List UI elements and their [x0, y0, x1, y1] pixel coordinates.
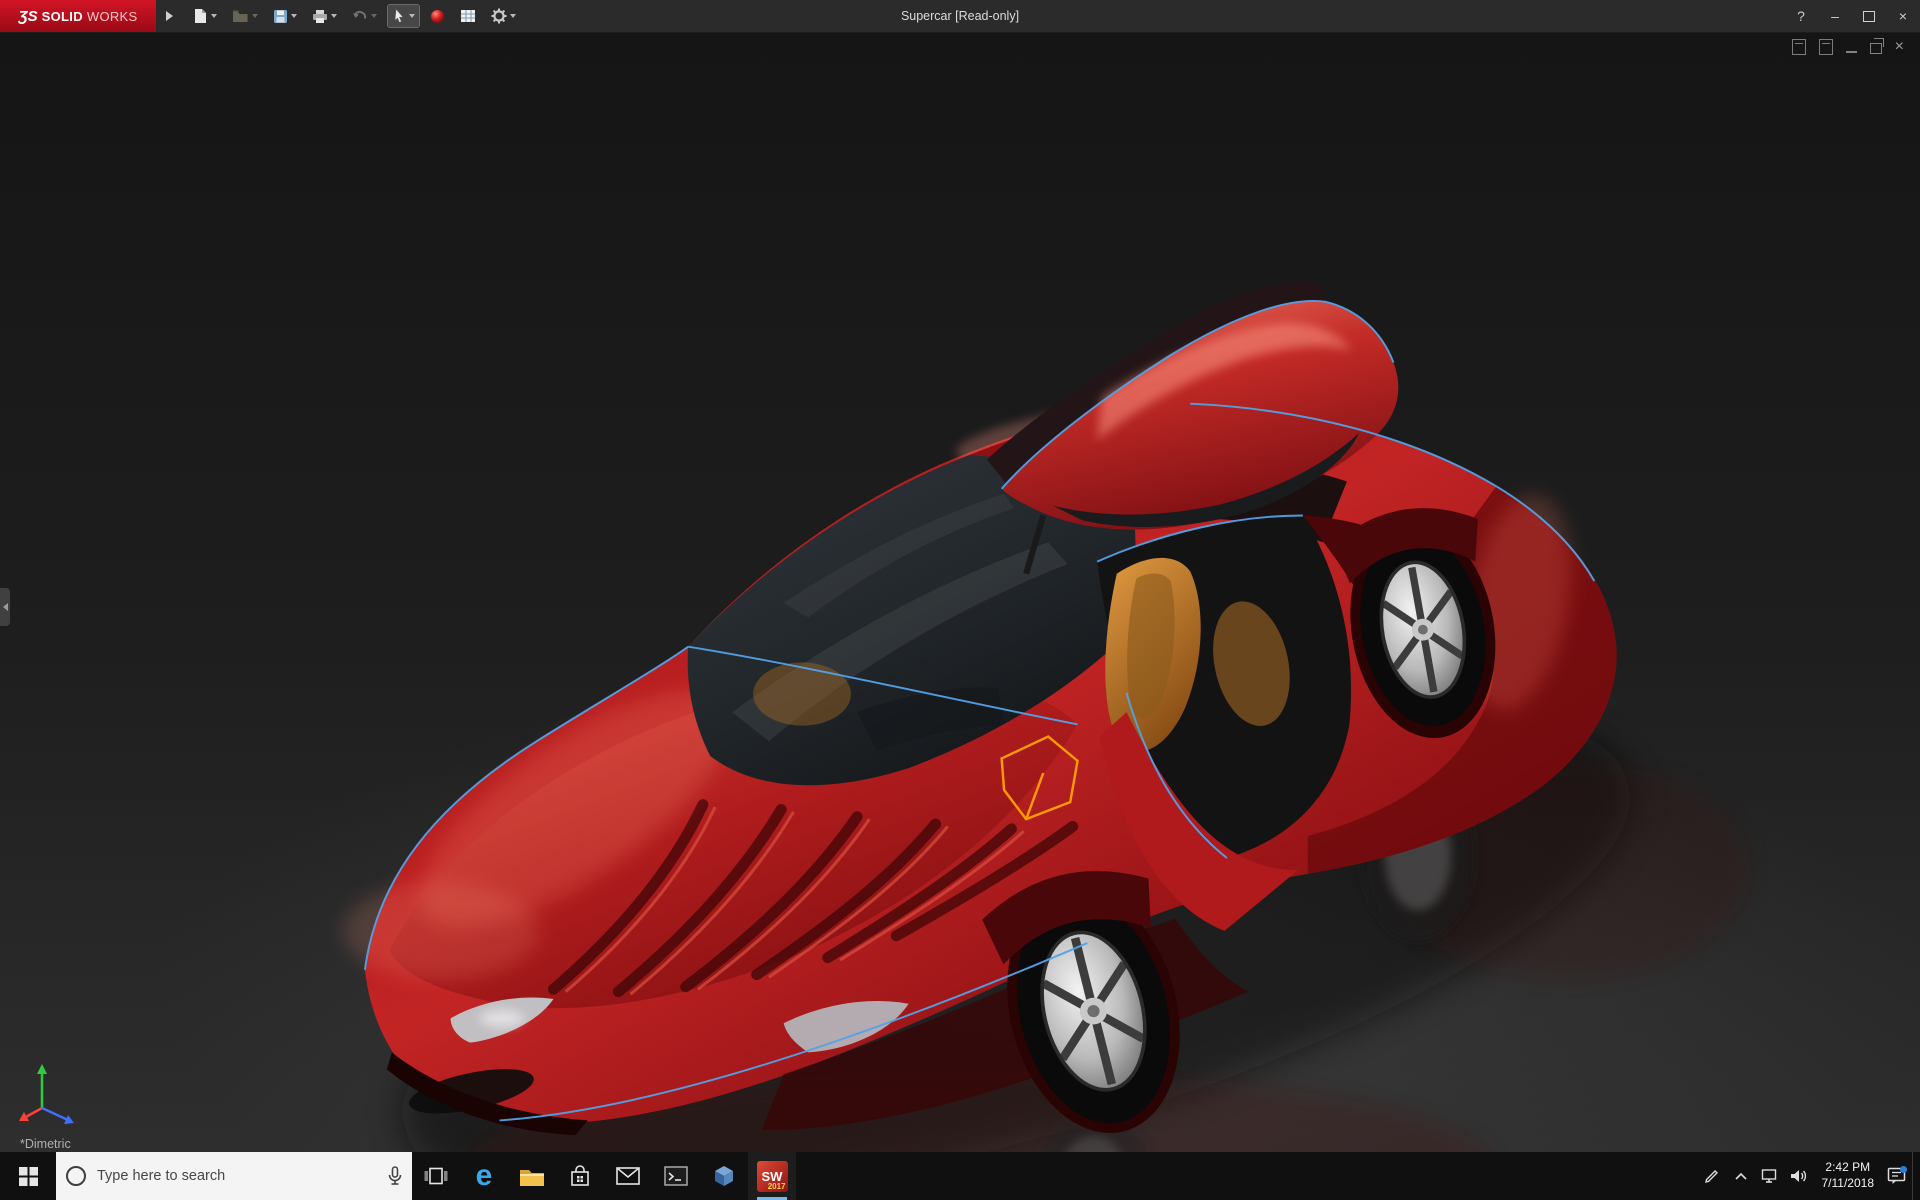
doc-close-button[interactable]: ×	[1895, 39, 1904, 55]
edge-button[interactable]: e	[460, 1152, 508, 1200]
dropdown-caret-icon[interactable]	[252, 14, 258, 18]
design-table-button[interactable]	[456, 6, 480, 26]
chevron-up-icon	[1734, 1171, 1748, 1181]
print-button[interactable]	[308, 6, 341, 27]
dropdown-caret-icon[interactable]	[331, 14, 337, 18]
restore-button[interactable]	[1852, 0, 1886, 32]
new-document-icon	[193, 8, 208, 24]
save-button[interactable]	[269, 6, 301, 27]
open-folder-icon	[232, 9, 249, 23]
dropdown-caret-icon[interactable]	[371, 14, 377, 18]
design-table-icon	[460, 9, 476, 23]
store-icon	[569, 1165, 591, 1187]
appearances-button[interactable]	[426, 6, 449, 27]
print-icon	[312, 9, 328, 24]
volume-icon	[1790, 1168, 1808, 1184]
taskbar-apps: e	[412, 1152, 796, 1200]
ds-logo-icon: ƷS	[18, 8, 37, 25]
microphone-icon[interactable]	[388, 1166, 402, 1186]
select-cursor-icon	[392, 8, 406, 24]
mail-button[interactable]	[604, 1152, 652, 1200]
dropdown-caret-icon[interactable]	[510, 14, 516, 18]
windows-taskbar: e	[0, 1152, 1920, 1200]
new-window-icon[interactable]	[1792, 39, 1806, 55]
tile-windows-icon[interactable]	[1819, 39, 1833, 55]
undo-icon	[352, 9, 368, 23]
appearance-sphere-icon	[430, 9, 445, 24]
undo-button[interactable]	[348, 6, 381, 26]
console-button[interactable]	[652, 1152, 700, 1200]
task-view-button[interactable]	[412, 1152, 460, 1200]
solidworks-taskbar-button[interactable]: SW 2017	[748, 1152, 796, 1200]
clock-time: 2:42 PM	[1822, 1160, 1875, 1176]
car-3d-model[interactable]	[0, 32, 1920, 1152]
network-tray-button[interactable]	[1757, 1152, 1784, 1200]
brand-solid: SOLID	[42, 9, 83, 24]
menu-expand-arrow[interactable]	[166, 11, 173, 21]
edrawings-button[interactable]	[700, 1152, 748, 1200]
orientation-triad	[16, 1060, 88, 1132]
hidden-icons-button[interactable]	[1728, 1152, 1755, 1200]
mail-icon	[616, 1167, 640, 1185]
open-button[interactable]	[228, 6, 262, 26]
pen-tray-button[interactable]	[1699, 1152, 1726, 1200]
save-icon	[273, 9, 288, 24]
search-input[interactable]	[95, 1167, 379, 1185]
brand-works: WORKS	[87, 9, 138, 24]
volume-tray-button[interactable]	[1786, 1152, 1813, 1200]
store-button[interactable]	[556, 1152, 604, 1200]
pen-icon	[1704, 1168, 1720, 1184]
clock-date: 7/11/2018	[1822, 1176, 1875, 1192]
edge-icon: e	[476, 1161, 493, 1191]
cortana-icon	[66, 1166, 86, 1186]
view-orientation-label: *Dimetric	[20, 1137, 71, 1151]
y-axis-arrow	[37, 1064, 47, 1074]
file-explorer-icon	[519, 1166, 545, 1187]
dropdown-caret-icon[interactable]	[211, 14, 217, 18]
app-titlebar: ƷS SOLID WORKS	[0, 0, 1920, 33]
sw-year: 2017	[768, 1182, 786, 1191]
solidworks-2017-icon: SW 2017	[757, 1161, 788, 1192]
gear-icon	[491, 8, 507, 24]
task-view-icon	[424, 1166, 448, 1186]
window-title: Supercar [Read-only]	[901, 0, 1019, 32]
restore-icon	[1863, 11, 1875, 22]
help-button[interactable]: ?	[1784, 0, 1818, 32]
window-controls: ? – ×	[1784, 0, 1920, 32]
solidworks-logo: ƷS SOLID WORKS	[0, 0, 156, 32]
file-explorer-button[interactable]	[508, 1152, 556, 1200]
dropdown-caret-icon[interactable]	[409, 14, 415, 18]
taskbar-clock[interactable]: 2:42 PM 7/11/2018	[1815, 1160, 1882, 1191]
graphics-viewport[interactable]: × *Dimetric	[0, 32, 1920, 1152]
doc-restore-button[interactable]	[1870, 43, 1882, 54]
cube-icon	[712, 1164, 736, 1188]
doc-minimize-button[interactable]	[1846, 41, 1857, 53]
action-center-button[interactable]	[1883, 1152, 1910, 1200]
options-button[interactable]	[487, 5, 520, 27]
new-document-button[interactable]	[189, 5, 221, 27]
featuremanager-flyout-tab[interactable]	[0, 588, 10, 626]
show-desktop-button[interactable]	[1912, 1152, 1920, 1200]
start-button[interactable]	[0, 1152, 56, 1200]
close-button[interactable]: ×	[1886, 0, 1920, 32]
minimize-button[interactable]: –	[1818, 0, 1852, 32]
dropdown-caret-icon[interactable]	[291, 14, 297, 18]
windows-logo-icon	[19, 1167, 38, 1186]
quick-access-toolbar	[189, 5, 520, 27]
taskbar-search[interactable]	[56, 1152, 412, 1200]
document-window-controls: ×	[1792, 39, 1904, 55]
system-tray: 2:42 PM 7/11/2018	[1699, 1152, 1920, 1200]
notification-badge	[1900, 1166, 1907, 1173]
console-icon	[664, 1166, 688, 1186]
select-button[interactable]	[388, 5, 419, 27]
network-icon	[1761, 1168, 1779, 1184]
